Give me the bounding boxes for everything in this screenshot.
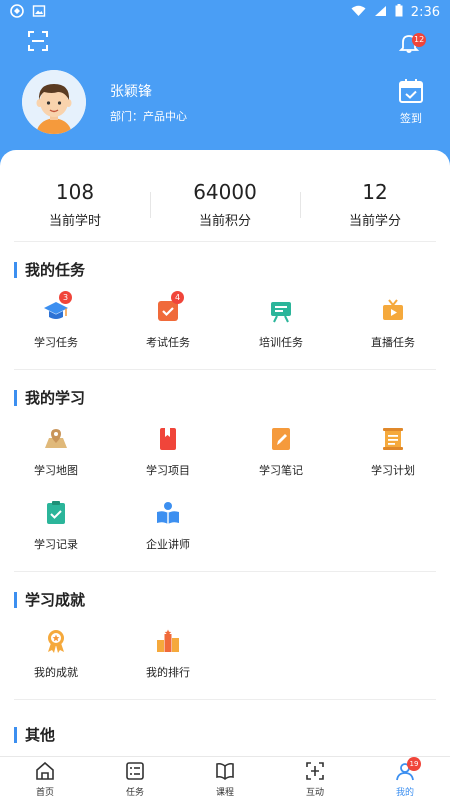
task-list-icon	[125, 761, 145, 781]
grid-label: 学习项目	[146, 464, 190, 477]
status-bar: 2:36	[0, 0, 450, 24]
main-card: 108 当前学时 64000 当前积分 12 当前学分 我的任务 3 学习任务	[0, 150, 450, 760]
medal-icon	[43, 628, 69, 654]
stat-value: 108	[55, 180, 95, 204]
grid-label: 我的成就	[34, 666, 78, 679]
home-icon	[35, 761, 55, 781]
badge: 3	[59, 291, 72, 304]
divider	[14, 571, 436, 572]
tab-tasks[interactable]: 任务	[90, 761, 180, 798]
stat-hours[interactable]: 108 当前学时	[0, 180, 150, 229]
grid-item-my-achievements[interactable]: 我的成就	[0, 628, 112, 680]
project-book-icon	[155, 426, 181, 452]
calendar-check-icon	[399, 79, 423, 103]
section-title-achievements: 学习成就	[14, 592, 85, 608]
stat-value: 12	[362, 180, 388, 204]
battery-icon	[395, 4, 403, 20]
grid-label: 学习地图	[34, 464, 78, 477]
grid-item-study-notes[interactable]: 学习笔记	[225, 426, 337, 478]
section-title-learning: 我的学习	[14, 390, 85, 406]
user-name: 张颖锋	[110, 84, 152, 100]
tab-interaction[interactable]: 互动	[270, 761, 360, 798]
tab-label: 我的	[395, 788, 414, 798]
tab-label: 任务	[125, 788, 144, 798]
wifi-icon	[351, 5, 366, 20]
stat-label: 当前积分	[198, 214, 251, 229]
grid-item-study-record[interactable]: 学习记录	[0, 500, 112, 552]
divider	[14, 369, 436, 370]
graduation-cap-icon: 3	[43, 291, 72, 324]
badge: 19	[407, 757, 421, 771]
status-time: 2:36	[410, 4, 440, 20]
gallery-icon	[32, 4, 46, 21]
map-icon	[43, 426, 69, 452]
stat-points[interactable]: 64000 当前积分	[150, 180, 300, 229]
stat-label: 当前学时	[48, 214, 101, 229]
plan-scroll-icon	[380, 426, 406, 452]
checkin-label[interactable]: 签到	[396, 110, 426, 126]
grid-item-study-plan[interactable]: 学习计划	[337, 426, 449, 478]
stat-credits[interactable]: 12 当前学分	[300, 180, 450, 229]
tab-home[interactable]: 首页	[0, 761, 90, 798]
grid-item-study-map[interactable]: 学习地图	[0, 426, 112, 478]
checkin-button[interactable]	[396, 78, 426, 108]
stat-label: 当前学分	[348, 214, 401, 229]
stats-row: 108 当前学时 64000 当前积分 12 当前学分	[0, 180, 450, 242]
grid-item-training-task[interactable]: 培训任务	[225, 298, 337, 350]
scan-icon	[28, 31, 48, 51]
grid-label: 直播任务	[371, 336, 415, 349]
tab-label: 课程	[215, 788, 234, 798]
notification-badge: 12	[412, 33, 427, 47]
grid-item-live-task[interactable]: 直播任务	[337, 298, 449, 350]
grid-item-lecturer[interactable]: 企业讲师	[112, 500, 224, 552]
grid-item-study-task[interactable]: 3 学习任务	[0, 291, 112, 350]
avatar[interactable]	[22, 70, 86, 134]
grid-label: 培训任务	[259, 336, 303, 349]
grid-label: 我的排行	[146, 666, 190, 679]
user-department: 部门：产品中心	[110, 110, 187, 123]
course-book-icon	[215, 761, 235, 781]
scan-button[interactable]	[27, 30, 49, 52]
grid-item-study-project[interactable]: 学习项目	[112, 426, 224, 478]
stat-value: 64000	[193, 180, 257, 204]
tab-profile[interactable]: 19 我的	[360, 757, 450, 798]
grid-label: 学习任务	[34, 336, 78, 349]
training-board-icon	[268, 298, 294, 324]
bottom-tab-bar: 首页 任务 课程 互动 19 我的	[0, 756, 450, 800]
grid-item-exam-task[interactable]: 4 考试任务	[112, 291, 224, 350]
section-title-tasks: 我的任务	[14, 262, 85, 278]
app-notification-icon	[10, 4, 24, 21]
section-title-other: 其他	[14, 727, 55, 743]
grid-label: 考试任务	[146, 336, 190, 349]
divider	[14, 699, 436, 700]
grid-label: 学习记录	[34, 538, 78, 551]
grid-label: 学习笔记	[259, 464, 303, 477]
signal-icon	[374, 5, 387, 20]
notes-pen-icon	[268, 426, 294, 452]
grid-label: 企业讲师	[146, 538, 190, 551]
tab-courses[interactable]: 课程	[180, 761, 270, 798]
tab-label: 互动	[305, 788, 324, 798]
badge: 4	[171, 291, 184, 304]
profile-icon: 19	[395, 757, 421, 781]
exam-check-icon: 4	[155, 291, 184, 324]
record-clipboard-icon	[43, 500, 69, 526]
ranking-icon	[155, 628, 181, 654]
grid-label: 学习计划	[371, 464, 415, 477]
divider	[14, 241, 436, 242]
grid-item-my-ranking[interactable]: 我的排行	[112, 628, 224, 680]
live-tv-icon	[380, 298, 406, 324]
interact-icon	[305, 761, 325, 781]
lecturer-icon	[155, 500, 181, 526]
tab-label: 首页	[35, 788, 54, 798]
